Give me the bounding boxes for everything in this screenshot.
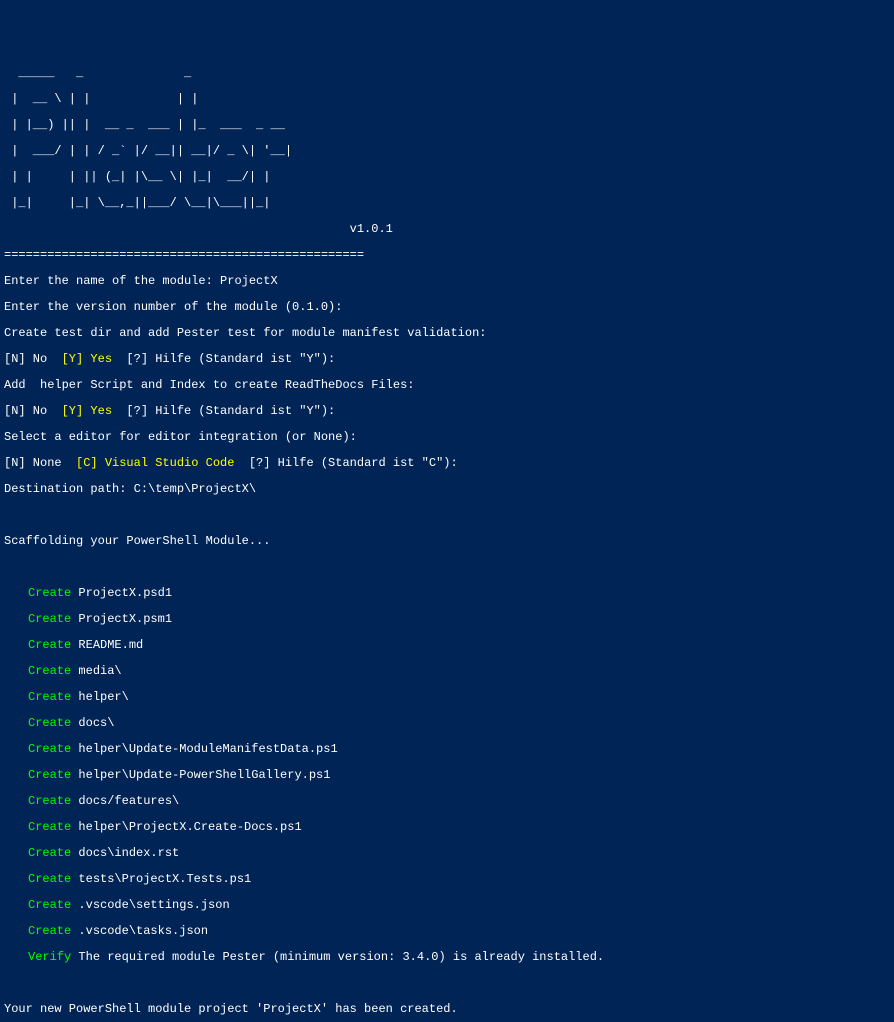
banner-line: | |__) || | __ _ ___ | |_ ___ _ __ (4, 119, 890, 132)
choice-help: [?] Hilfe (Standard ist "Y"): (126, 352, 335, 366)
create-line: Create docs\index.rst (4, 847, 890, 860)
choice-vscode: [C] Visual Studio Code (76, 456, 249, 470)
action-create: Create (28, 742, 71, 756)
verify-line: Verify The required module Pester (minim… (4, 951, 890, 964)
action-create: Create (28, 820, 71, 834)
item-path: .vscode\tasks.json (71, 924, 208, 938)
item-path: media\ (71, 664, 121, 678)
create-line: Create helper\ProjectX.Create-Docs.ps1 (4, 821, 890, 834)
prompt-version: Enter the version number of the module (… (4, 301, 890, 314)
create-line: Create ProjectX.psd1 (4, 587, 890, 600)
item-path: README.md (71, 638, 143, 652)
action-create: Create (28, 716, 71, 730)
prompt-editor: Select a editor for editor integration (… (4, 431, 890, 444)
action-create: Create (28, 846, 71, 860)
action-create: Create (28, 924, 71, 938)
action-create: Create (28, 768, 71, 782)
choice-yes: [Y] Yes (62, 404, 127, 418)
action-create: Create (28, 586, 71, 600)
banner-line: | ___/ | | / _` |/ __|| __|/ _ \| '__| (4, 145, 890, 158)
item-path: tests\ProjectX.Tests.ps1 (71, 872, 251, 886)
choice-no: [N] No (4, 404, 62, 418)
action-verify: Verify (28, 950, 71, 964)
choice-help: [?] Hilfe (Standard ist "C"): (249, 456, 458, 470)
create-line: Create helper\Update-PowerShellGallery.p… (4, 769, 890, 782)
action-create: Create (28, 794, 71, 808)
create-line: Create helper\Update-ModuleManifestData.… (4, 743, 890, 756)
scaffold-msg: Scaffolding your PowerShell Module... (4, 535, 890, 548)
choice-line: [N] No [Y] Yes [?] Hilfe (Standard ist "… (4, 353, 890, 366)
item-path: helper\ (71, 690, 129, 704)
item-path: ProjectX.psd1 (71, 586, 172, 600)
done-msg: Your new PowerShell module project 'Proj… (4, 1003, 890, 1016)
action-create: Create (28, 898, 71, 912)
item-path: docs/features\ (71, 794, 179, 808)
choice-no: [N] No (4, 352, 62, 366)
choice-line: [N] No [Y] Yes [?] Hilfe (Standard ist "… (4, 405, 890, 418)
choice-line: [N] None [C] Visual Studio Code [?] Hilf… (4, 457, 890, 470)
action-create: Create (28, 638, 71, 652)
item-path: .vscode\settings.json (71, 898, 229, 912)
destination-path: Destination path: C:\temp\ProjectX\ (4, 483, 890, 496)
blank (4, 561, 890, 574)
item-path: ProjectX.psm1 (71, 612, 172, 626)
divider: ========================================… (4, 249, 890, 262)
terminal-output[interactable]: _____ _ _ | __ \ | | | | | |__) || | __ … (4, 54, 890, 1022)
create-line: Create helper\ (4, 691, 890, 704)
banner-line: | | | || (_| |\__ \| |_| __/| | (4, 171, 890, 184)
banner-line: _____ _ _ (4, 67, 890, 80)
create-line: Create tests\ProjectX.Tests.ps1 (4, 873, 890, 886)
action-create: Create (28, 872, 71, 886)
create-line: Create docs/features\ (4, 795, 890, 808)
banner-line: |_| |_| \__,_||___/ \__|\___||_| (4, 197, 890, 210)
create-line: Create .vscode\tasks.json (4, 925, 890, 938)
banner-line: | __ \ | | | | (4, 93, 890, 106)
item-path: helper\Update-ModuleManifestData.ps1 (71, 742, 337, 756)
choice-none: [N] None (4, 456, 76, 470)
create-line: Create README.md (4, 639, 890, 652)
prompt-pester: Create test dir and add Pester test for … (4, 327, 890, 340)
item-path: docs\ (71, 716, 114, 730)
action-create: Create (28, 664, 71, 678)
blank (4, 977, 890, 990)
create-line: Create .vscode\settings.json (4, 899, 890, 912)
create-line: Create media\ (4, 665, 890, 678)
verify-msg: The required module Pester (minimum vers… (71, 950, 604, 964)
version-line: v1.0.1 (4, 223, 890, 236)
item-path: helper\ProjectX.Create-Docs.ps1 (71, 820, 301, 834)
item-path: docs\index.rst (71, 846, 179, 860)
item-path: helper\Update-PowerShellGallery.ps1 (71, 768, 330, 782)
prompt-readthedocs: Add helper Script and Index to create Re… (4, 379, 890, 392)
create-line: Create docs\ (4, 717, 890, 730)
action-create: Create (28, 612, 71, 626)
choice-help: [?] Hilfe (Standard ist "Y"): (126, 404, 335, 418)
prompt-name: Enter the name of the module: ProjectX (4, 275, 890, 288)
action-create: Create (28, 690, 71, 704)
create-line: Create ProjectX.psm1 (4, 613, 890, 626)
choice-yes: [Y] Yes (62, 352, 127, 366)
